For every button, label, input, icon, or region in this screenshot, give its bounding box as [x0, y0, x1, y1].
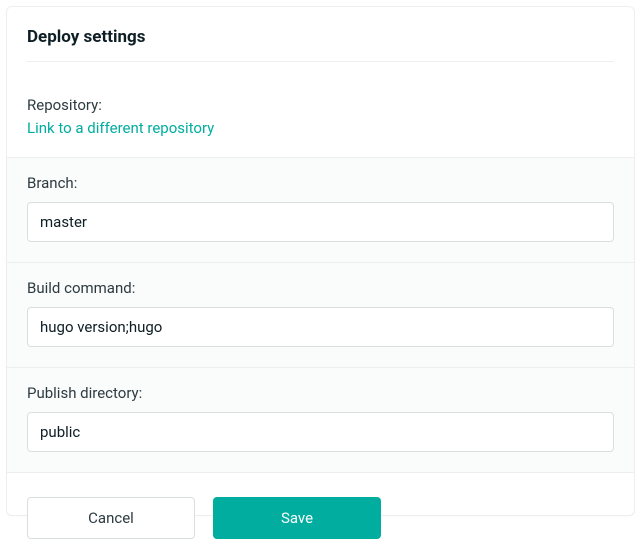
cancel-button[interactable]: Cancel [27, 497, 195, 539]
branch-label: Branch: [27, 174, 614, 192]
save-button[interactable]: Save [213, 497, 381, 539]
branch-field-block: Branch: [7, 157, 634, 262]
branch-input[interactable] [27, 202, 614, 242]
repository-section: Repository: Link to a different reposito… [7, 76, 634, 157]
link-different-repository[interactable]: Link to a different repository [27, 119, 214, 137]
card-header: Deploy settings [7, 7, 634, 76]
actions-row: Cancel Save [7, 472, 634, 559]
deploy-settings-card: Deploy settings Repository: Link to a di… [6, 6, 635, 516]
build-command-label: Build command: [27, 279, 614, 297]
publish-directory-field-block: Publish directory: [7, 367, 634, 472]
build-command-field-block: Build command: [7, 262, 634, 367]
publish-directory-label: Publish directory: [27, 384, 614, 402]
build-command-input[interactable] [27, 307, 614, 347]
publish-directory-input[interactable] [27, 412, 614, 452]
card-title: Deploy settings [27, 27, 614, 62]
repository-label: Repository: [27, 96, 614, 114]
